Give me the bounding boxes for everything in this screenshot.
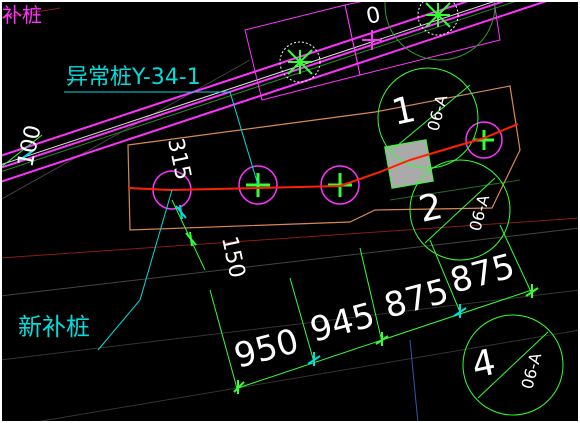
dimension-value-1: 950 bbox=[230, 321, 303, 376]
dim-100-group: 100 bbox=[0, 123, 47, 169]
dim-315-label: 315 bbox=[162, 136, 195, 182]
grid-bubble-1-tag: 06-A bbox=[424, 93, 452, 133]
dimension-value-4: 875 bbox=[446, 246, 519, 301]
top-zero-label: 0 bbox=[364, 3, 383, 30]
grid-bubble-1-number: 1 bbox=[388, 89, 419, 134]
new-pile-label: 新补桩 bbox=[18, 313, 90, 341]
abnormal-pile-label: 异常桩Y-34-1 bbox=[66, 65, 201, 90]
dimension-value-3: 875 bbox=[380, 271, 453, 326]
grid-bubble-4: 4 06-A bbox=[462, 314, 564, 416]
grid-bubble-2-number: 2 bbox=[415, 186, 446, 231]
top-left-fragment-label: 补桩 bbox=[2, 3, 42, 27]
dimension-value-2: 945 bbox=[306, 295, 379, 350]
grid-bubble-2-tag: 06-A bbox=[466, 193, 494, 233]
magenta-axis-lines bbox=[0, 0, 553, 183]
dim-100-label: 100 bbox=[13, 123, 46, 169]
grid-bubble-4-number: 4 bbox=[468, 342, 499, 387]
leader-lines bbox=[64, 91, 259, 351]
cad-drawing-canvas[interactable]: 0 补桩 1 06-A 2 06-A 4 06-A 100 315 150 95… bbox=[0, 0, 580, 423]
